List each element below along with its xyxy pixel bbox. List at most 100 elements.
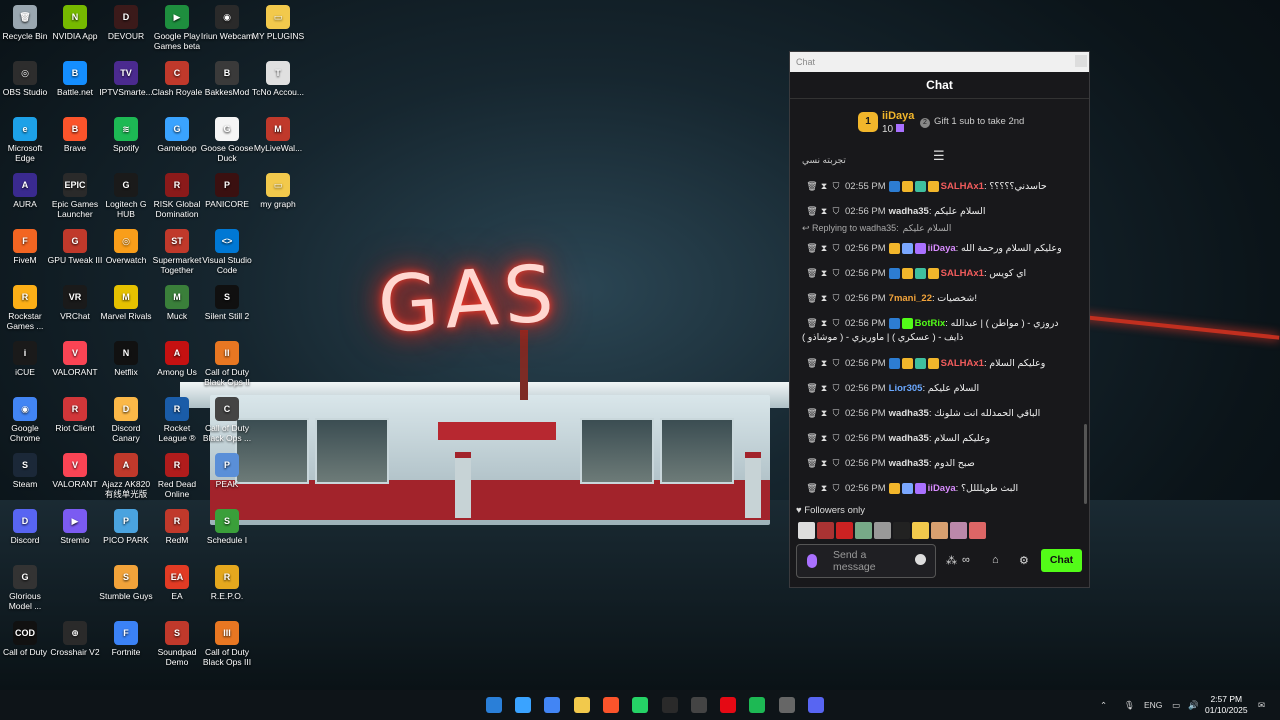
desktop-icon[interactable]: F Fortnite [98,621,154,657]
desktop-icon[interactable]: <> Visual Studio Code [199,229,255,275]
timeout-icon[interactable]: ⧗ [818,405,830,421]
desktop-icon[interactable]: ◎ Overwatch [98,229,154,265]
desktop-icon[interactable]: ◉ Google Chrome [0,397,53,443]
chat-message[interactable]: 🗑 ⧗ ⛉ 02:56 PM 7mani_22: شخصيات! [806,290,1079,306]
desktop-icon[interactable]: ▶ Stremio [47,509,103,545]
chat-window[interactable]: Chat Chat 1 iiDaya 10 2 Gift 1 sub to tak… [789,51,1090,588]
desktop-icon[interactable]: M Marvel Rivals [98,285,154,321]
ban-icon[interactable]: ⛉ [830,430,842,446]
ban-icon[interactable]: ⛉ [830,265,842,281]
desktop-icon[interactable]: G Goose Goose Duck [199,117,255,163]
infinity-icon[interactable]: ∞ [962,554,970,566]
ban-icon[interactable]: ⛉ [830,355,842,371]
emote-icon[interactable] [931,522,948,540]
delete-message-icon[interactable]: 🗑 [806,430,818,446]
message-username[interactable]: SALHAx1 [941,181,984,192]
desktop-icon[interactable]: D Discord Canary [98,397,154,443]
desktop-icon[interactable]: N Netflix [98,341,154,377]
desktop-icon[interactable]: A Ajazz AK820 有线单光版 [98,453,154,499]
chat-message[interactable]: 🗑 ⧗ ⛉ 02:56 PM SALHAx1: اي كويس [806,265,1079,281]
desktop-icon[interactable]: ST Supermarket Together [149,229,205,275]
desktop-icon[interactable]: ◉ Iriun Webcam [199,5,255,41]
ban-icon[interactable]: ⛉ [830,480,842,496]
desktop-icon[interactable]: EA EA [149,565,205,601]
emote-icon[interactable] [893,522,910,540]
ban-icon[interactable]: ⛉ [830,455,842,471]
desktop-icon[interactable]: M MyLiveWal... [250,117,306,153]
desktop-icon[interactable]: S Soundpad Demo [149,621,205,667]
chat-scrollbar[interactable] [1084,424,1087,504]
taskbar-app-icon[interactable] [778,697,795,713]
delete-message-icon[interactable]: 🗑 [806,405,818,421]
message-username[interactable]: iiDaya [928,243,956,254]
users-icon[interactable]: ⁂ [946,554,957,567]
microphone-tray-icon[interactable]: 🎙 [1124,690,1135,720]
desktop-icon[interactable]: F FiveM [0,229,53,265]
chat-message[interactable]: 🗑 ⧗ ⛉ 02:55 PM SALHAx1: حاسدني؟؟؟؟؟ [806,178,1079,194]
desktop-icon[interactable]: S Schedule I [199,509,255,545]
ban-icon[interactable]: ⛉ [830,380,842,396]
message-username[interactable]: wadha35 [889,433,929,444]
message-username[interactable]: Lior305 [889,383,923,394]
desktop-icon[interactable]: R Red Dead Online [149,453,205,499]
desktop-icon[interactable]: R Riot Client [47,397,103,433]
timeout-icon[interactable]: ⧗ [818,430,830,446]
notification-icon[interactable]: ✉ [1258,690,1265,720]
taskbar-app-icon[interactable] [544,697,561,713]
taskbar-app-icon[interactable] [661,697,678,713]
chat-message[interactable]: 🗑 ⧗ ⛉ 02:56 PM wadha35: وعليكم السلام [806,430,1079,446]
ban-icon[interactable]: ⛉ [830,178,842,194]
timeout-icon[interactable]: ⧗ [818,240,830,256]
desktop-icon[interactable]: M Muck [149,285,205,321]
desktop-icon[interactable]: R R.E.P.O. [199,565,255,601]
emote-icon[interactable] [798,522,815,540]
emoji-icon[interactable] [915,554,926,565]
taskbar-app-icon[interactable] [720,697,737,713]
send-chat-button[interactable]: Chat [1041,549,1082,572]
microphone-icon[interactable] [807,554,817,568]
taskbar-app-icon[interactable] [690,697,707,713]
chat-message[interactable]: 🗑 ⧗ ⛉ 02:56 PM SALHAx1: وعليكم السلام [806,355,1079,371]
desktop-icon[interactable]: R RISK Global Domination [149,173,205,219]
emote-icon[interactable] [817,522,834,540]
ban-icon[interactable]: ⛉ [830,315,842,331]
timeout-icon[interactable]: ⧗ [818,355,830,371]
desktop-icon[interactable]: R RedM [149,509,205,545]
message-username[interactable]: wadha35 [889,408,929,419]
desktop-icon[interactable]: III Call of Duty Black Ops III [199,621,255,667]
message-username[interactable]: wadha35 [889,206,929,217]
delete-message-icon[interactable]: 🗑 [806,380,818,396]
taskbar-app-icon[interactable] [749,697,766,713]
delete-message-icon[interactable]: 🗑 [806,355,818,371]
timeout-icon[interactable]: ⧗ [818,455,830,471]
desktop-icon[interactable]: EPIC Epic Games Launcher [47,173,103,219]
desktop-icon[interactable]: C Clash Royale [149,61,205,97]
delete-message-icon[interactable]: 🗑 [806,265,818,281]
chat-messages[interactable]: تجربته نسي 🗑 ⧗ ⛉ 02:55 PM SALHAx1: حاسدني؟؟؟… [790,154,1089,497]
taskbar-app-icon[interactable] [632,697,649,713]
chat-message[interactable]: 🗑 ⧗ ⛉ 02:56 PM iiDaya: البث طويلللل؟ [806,480,1079,496]
delete-message-icon[interactable]: 🗑 [806,178,818,194]
taskbar-app-icon[interactable] [515,697,531,713]
desktop-icon[interactable]: D Discord [0,509,53,545]
desktop-icon[interactable]: A Among Us [149,341,205,377]
chevron-up-icon[interactable]: ⌃ [1100,690,1107,720]
timeout-icon[interactable]: ⧗ [818,290,830,306]
delete-message-icon[interactable]: 🗑 [806,290,818,306]
timeout-icon[interactable]: ⧗ [818,203,830,219]
window-control-button[interactable] [1075,55,1087,67]
timeout-icon[interactable]: ⧗ [818,480,830,496]
network-icon[interactable]: ▭ [1172,690,1180,720]
desktop-icon[interactable]: P PEAK [199,453,255,489]
desktop-icon[interactable]: ⊕ Crosshair V2 [47,621,103,657]
chat-message[interactable]: 🗑 ⧗ ⛉ 02:56 PM wadha35: الباقي الحمدلله انت … [806,405,1079,421]
start-icon[interactable] [486,697,502,713]
desktop-icon[interactable]: G Gameloop [149,117,205,153]
desktop-icon[interactable]: e Microsoft Edge [0,117,53,163]
emote-icon[interactable] [950,522,967,540]
chat-message[interactable]: 🗑 ⧗ ⛉ 02:56 PM iiDaya: وعليكم السلام ورحمة ا… [806,240,1079,256]
store-icon[interactable]: ⌂ [992,554,999,566]
delete-message-icon[interactable]: 🗑 [806,240,818,256]
desktop-icon[interactable]: II Call of Duty Black Ops II [199,341,255,387]
desktop-icon[interactable]: V VALORANT [47,341,103,377]
